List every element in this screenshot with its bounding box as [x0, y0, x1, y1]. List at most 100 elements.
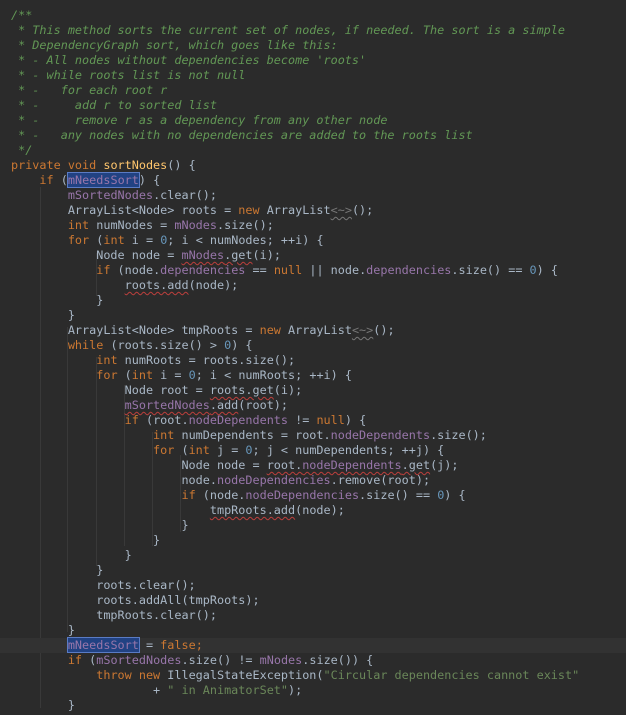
code-line[interactable]: Node root = roots.get(i); [0, 383, 626, 398]
code-line[interactable]: mNeedsSort = false; [0, 637, 626, 653]
code-token: (j); [430, 458, 459, 472]
code-token: throw new [96, 668, 161, 682]
code-line[interactable]: ArrayList<Node> tmpRoots = new ArrayList… [0, 323, 626, 338]
code-line[interactable]: tmpRoots.clear(); [0, 608, 626, 623]
code-line[interactable]: Node node = mNodes.get(i); [0, 248, 626, 263]
code-line[interactable]: mSortedNodes.add(root); [0, 398, 626, 413]
code-token: nodeDependencies [245, 488, 360, 502]
code-line[interactable]: roots.clear(); [0, 578, 626, 593]
code-line[interactable]: if (node.dependencies == null || node.de… [0, 263, 626, 278]
code-token: roots.clear(); [11, 578, 196, 592]
code-line[interactable]: for (int i = 0; i < numRoots; ++i) { [0, 368, 626, 383]
code-line[interactable]: } [0, 293, 626, 308]
code-token: numDependents = root. [174, 428, 331, 442]
code-token: numNodes = [89, 218, 175, 232]
code-line[interactable]: while (roots.size() > 0) { [0, 338, 626, 353]
code-line[interactable]: private void sortNodes() { [0, 158, 626, 173]
code-line[interactable]: * - add r to sorted list [0, 98, 626, 113]
code-token: (i); [252, 248, 281, 262]
code-line[interactable]: * - remove r as a dependency from any ot… [0, 113, 626, 128]
code-token: ArrayList [280, 323, 352, 337]
code-token: ( [89, 233, 104, 247]
code-line[interactable]: tmpRoots.add(node); [0, 503, 626, 518]
code-token: null [273, 263, 303, 277]
code-token: mSortedNodes [67, 188, 154, 202]
code-token: private void [11, 158, 104, 172]
code-line[interactable]: int numRoots = roots.size(); [0, 353, 626, 368]
code-token: * - remove r as a dependency from any ot… [11, 113, 388, 127]
code-line[interactable]: Node node = root.nodeDependents.get(j); [0, 458, 626, 473]
code-token: (); [351, 203, 374, 217]
code-line[interactable]: ArrayList<Node> roots = new ArrayList<~>… [0, 203, 626, 218]
code-line[interactable]: if (root.nodeDependents != null) { [0, 413, 626, 428]
code-line[interactable]: if (node.nodeDependencies.size() == 0) { [0, 488, 626, 503]
code-line[interactable]: roots.add(node); [0, 278, 626, 293]
code-token: i = [124, 233, 161, 247]
code-token: nodeDependents [302, 458, 402, 472]
code-line[interactable]: } [0, 308, 626, 323]
code-line[interactable]: } [0, 533, 626, 548]
code-line[interactable]: + " in AnimatorSet"); [0, 683, 626, 698]
code-line[interactable]: int numDependents = root.nodeDependents.… [0, 428, 626, 443]
code-line[interactable]: * - All nodes without dependencies becom… [0, 53, 626, 68]
code-token: != [288, 413, 317, 427]
code-token: (node. [195, 488, 246, 502]
code-token: .size(); [430, 428, 487, 442]
code-token: if [124, 413, 139, 427]
code-token: * - while roots list is not null [11, 68, 246, 82]
code-line[interactable]: for (int i = 0; i < numNodes; ++i) { [0, 233, 626, 248]
code-line[interactable]: node.nodeDependencies.remove(root); [0, 473, 626, 488]
code-token: 0 [188, 368, 196, 382]
code-line[interactable]: } [0, 563, 626, 578]
code-token: * - any nodes with no dependencies are a… [11, 128, 473, 142]
code-line[interactable]: * This method sorts the current set of n… [0, 23, 626, 38]
code-line[interactable]: * - any nodes with no dependencies are a… [0, 128, 626, 143]
code-line[interactable]: } [0, 623, 626, 638]
code-line[interactable]: if (mSortedNodes.size() != mNodes.size()… [0, 653, 626, 668]
code-token: * This method sorts the current set of n… [11, 23, 565, 37]
code-line[interactable]: } [0, 698, 626, 713]
code-line[interactable]: * DependencyGraph sort, which goes like … [0, 38, 626, 53]
code-line[interactable]: */ [0, 143, 626, 158]
code-line[interactable]: /** [0, 8, 626, 23]
code-line[interactable]: if (mNeedsSort) { [0, 172, 626, 188]
code-line[interactable]: mSortedNodes.clear(); [0, 188, 626, 203]
code-token: int [96, 353, 118, 367]
code-line[interactable]: } [0, 518, 626, 533]
code-token: + [11, 683, 168, 697]
code-line[interactable]: * - while roots list is not null [0, 68, 626, 83]
code-line[interactable]: for (int j = 0; j < numDependents; ++j) … [0, 443, 626, 458]
code-token: if [181, 488, 196, 502]
code-token: mSortedNodes [96, 653, 182, 667]
code-token: */ [11, 143, 33, 157]
code-token: int [67, 218, 90, 232]
code-token: } [11, 548, 132, 562]
code-line[interactable]: int numNodes = mNodes.size(); [0, 218, 626, 233]
code-token: dependencies [366, 263, 452, 277]
code-token: .size(); [217, 218, 274, 232]
code-token: ) { [536, 263, 558, 277]
code-token: (node); [188, 278, 239, 292]
code-editor[interactable]: /** * This method sorts the current set … [0, 0, 626, 715]
code-token: || node. [302, 263, 367, 277]
code-token: ArrayList<Node> tmpRoots = [11, 323, 260, 337]
code-token: * - add r to sorted list [11, 98, 217, 112]
code-token: roots.add [124, 278, 189, 292]
code-token: /** [11, 8, 33, 22]
code-token: .get [401, 458, 431, 472]
code-token: <~> [351, 323, 374, 337]
code-line[interactable]: } [0, 548, 626, 563]
code-token: () { [167, 158, 196, 172]
code-line[interactable]: throw new IllegalStateException("Circula… [0, 668, 626, 683]
code-token: (node); [295, 503, 345, 517]
code-line[interactable]: roots.addAll(tmpRoots); [0, 593, 626, 608]
code-line[interactable]: * - for each root r [0, 83, 626, 98]
code-token: ) { [138, 173, 161, 187]
code-token: Node node = [11, 248, 182, 262]
